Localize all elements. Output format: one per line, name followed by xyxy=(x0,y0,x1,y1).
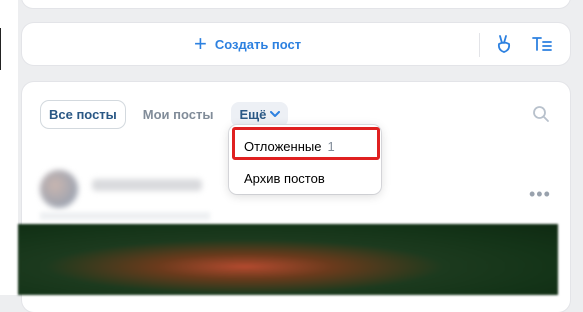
post-image[interactable] xyxy=(18,224,558,295)
search-icon[interactable] xyxy=(532,105,550,123)
top-card xyxy=(22,0,570,8)
create-post-button[interactable]: + Создать пост xyxy=(194,31,302,56)
dropdown-item-archive-label: Архив постов xyxy=(244,170,325,186)
dropdown-item-archive[interactable]: Архив постов xyxy=(229,163,381,193)
post-author-avatar[interactable] xyxy=(40,170,78,208)
post-author-name[interactable] xyxy=(92,179,202,191)
tab-all-posts[interactable]: Все посты xyxy=(41,100,125,128)
more-dropdown: Отложенные 1 Архив постов xyxy=(229,125,381,194)
feed-tabs: Все посты Мои посты Ещё xyxy=(41,100,289,128)
create-post-label: Создать пост xyxy=(214,36,302,52)
tab-more-label: Ещё xyxy=(239,106,267,122)
hand-icon[interactable] xyxy=(493,33,515,55)
tab-my-posts[interactable]: Мои посты xyxy=(135,101,222,128)
plus-icon: + xyxy=(194,31,207,56)
composer-divider xyxy=(479,33,480,57)
left-edge-line xyxy=(0,28,1,70)
dropdown-item-scheduled[interactable]: Отложенные 1 xyxy=(229,131,381,161)
chevron-down-icon xyxy=(270,110,281,117)
post-subtitle xyxy=(40,212,210,220)
left-edge xyxy=(0,0,18,295)
post-composer: + Создать пост xyxy=(22,23,570,65)
tab-more[interactable]: Ещё xyxy=(231,101,289,127)
dropdown-item-scheduled-label: Отложенные xyxy=(244,138,322,154)
scheduled-count: 1 xyxy=(327,138,335,154)
post-more-icon[interactable]: ••• xyxy=(529,184,551,205)
text-format-icon[interactable] xyxy=(531,33,553,55)
